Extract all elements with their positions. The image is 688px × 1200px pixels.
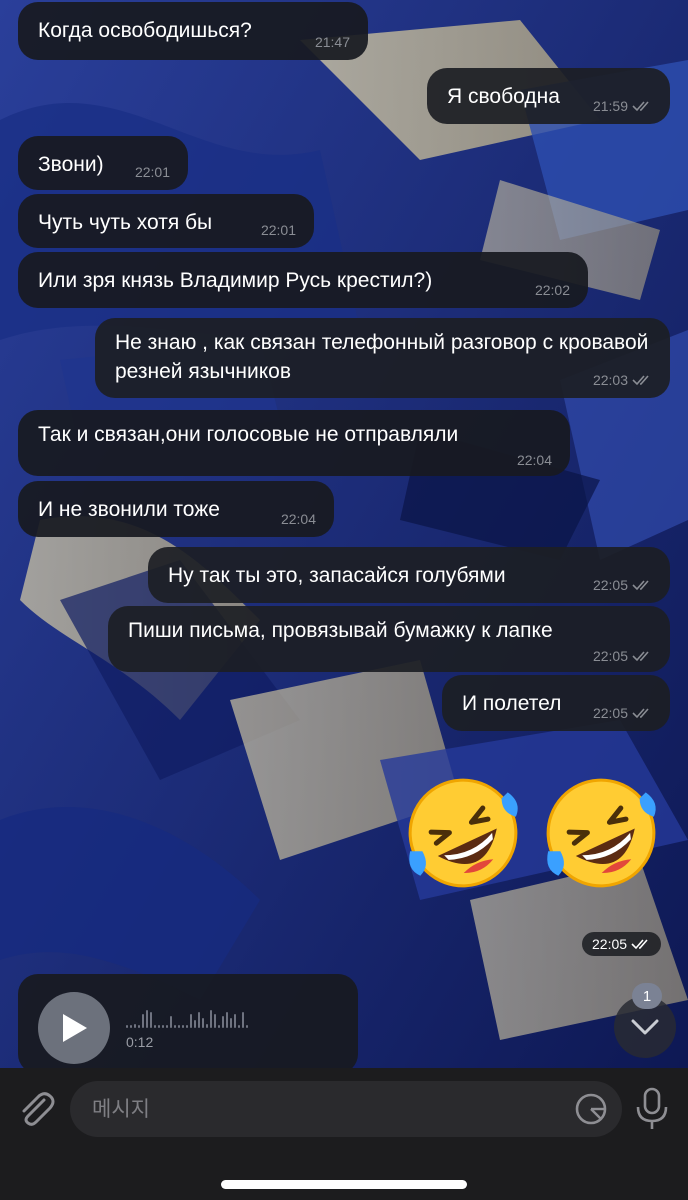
message-meta: 22:01 (261, 222, 296, 238)
message-text: Звони) (38, 153, 104, 176)
paperclip-icon[interactable] (14, 1088, 56, 1130)
read-checkmarks-icon (632, 651, 649, 662)
message-time: 22:01 (260, 222, 296, 238)
voice-waveform[interactable] (126, 1002, 248, 1028)
message-time: 22:03 (592, 372, 628, 388)
read-checkmarks-icon (632, 708, 649, 719)
voice-duration: 0:12 (126, 1034, 154, 1050)
rolling-on-floor-laughing-icon (546, 778, 656, 888)
message-field[interactable] (70, 1081, 622, 1139)
message-meta: 22:02 (535, 282, 570, 298)
message-meta: 22:05 (593, 648, 652, 664)
message-list[interactable]: Когда освободишься? 21:47 Я свободна 21:… (0, 0, 688, 1074)
message-bubble-incoming[interactable]: Когда освободишься? 21:47 (18, 2, 368, 60)
message-time: 22:05 (592, 705, 628, 721)
message-time: 21:59 (592, 98, 628, 114)
message-text: Пиши письма, провязывай бумажку к лапке (128, 619, 553, 642)
message-bubble-outgoing[interactable]: Ну так ты это, запасайся голубями 22:05 (148, 547, 670, 603)
message-bubble-incoming[interactable]: И не звонили тоже 22:04 (18, 481, 334, 537)
message-text: И не звонили тоже (38, 498, 220, 521)
emoji-message-time: 22:05 (582, 932, 662, 956)
message-bubble-outgoing[interactable]: Я свободна 21:59 (427, 68, 670, 124)
message-text: Ну так ты это, запасайся голубями (168, 564, 506, 587)
sticker-icon[interactable] (574, 1092, 608, 1126)
message-text: Или зря князь Владимир Русь крестил?) (38, 269, 433, 292)
message-meta: 22:05 (593, 705, 652, 721)
message-bubble-outgoing[interactable]: Не знаю , как связан телефонный разговор… (95, 318, 670, 398)
message-time: 22:04 (280, 511, 316, 527)
message-text: Я свободна (447, 85, 560, 108)
message-time: 22:05 (592, 577, 628, 593)
unread-badge: 1 (632, 983, 662, 1009)
message-time: 22:05 (592, 648, 628, 664)
microphone-icon[interactable] (632, 1086, 672, 1132)
message-time: 21:47 (314, 34, 350, 50)
message-bubble-incoming[interactable]: Чуть чуть хотя бы 22:01 (18, 194, 314, 248)
play-button[interactable] (38, 992, 110, 1064)
message-text: И полетел (462, 692, 562, 715)
message-time: 22:04 (516, 452, 552, 468)
message-text: Не знаю , как связан телефонный разговор… (115, 331, 655, 383)
message-text: Когда освободишься? (38, 19, 252, 42)
voice-message[interactable]: 0:12 (18, 974, 358, 1074)
message-time: 22:02 (534, 282, 570, 298)
message-meta: 21:59 (593, 98, 652, 114)
message-bubble-incoming[interactable]: Звони) 22:01 (18, 136, 188, 190)
chevron-down-icon (631, 1019, 659, 1035)
read-checkmarks-icon (631, 939, 648, 950)
message-time: 22:01 (134, 164, 170, 180)
read-checkmarks-icon (632, 375, 649, 386)
message-input-bar (0, 1068, 688, 1200)
message-time: 22:05 (592, 936, 628, 952)
message-bubble-outgoing[interactable]: И полетел 22:05 (442, 675, 670, 731)
message-text: Так и связан,они голосовые не отправляли (38, 423, 459, 446)
message-input[interactable] (90, 1081, 554, 1139)
home-indicator (221, 1180, 467, 1189)
message-meta: 22:04 (517, 452, 552, 468)
message-meta: 21:47 (315, 34, 350, 50)
play-icon (63, 1014, 87, 1042)
message-bubble-incoming[interactable]: Так и связан,они голосовые не отправляли… (18, 410, 570, 476)
message-text: Чуть чуть хотя бы (38, 211, 213, 234)
message-bubble-incoming[interactable]: Или зря князь Владимир Русь крестил?) 22… (18, 252, 588, 308)
message-meta: 22:03 (593, 372, 652, 388)
read-checkmarks-icon (632, 580, 649, 591)
rolling-on-floor-laughing-icon (408, 778, 518, 888)
message-meta: 22:01 (135, 164, 170, 180)
message-bubble-outgoing[interactable]: Пиши письма, провязывай бумажку к лапке … (108, 606, 670, 672)
read-checkmarks-icon (632, 101, 649, 112)
message-meta: 22:05 (593, 577, 652, 593)
message-meta: 22:04 (281, 511, 316, 527)
